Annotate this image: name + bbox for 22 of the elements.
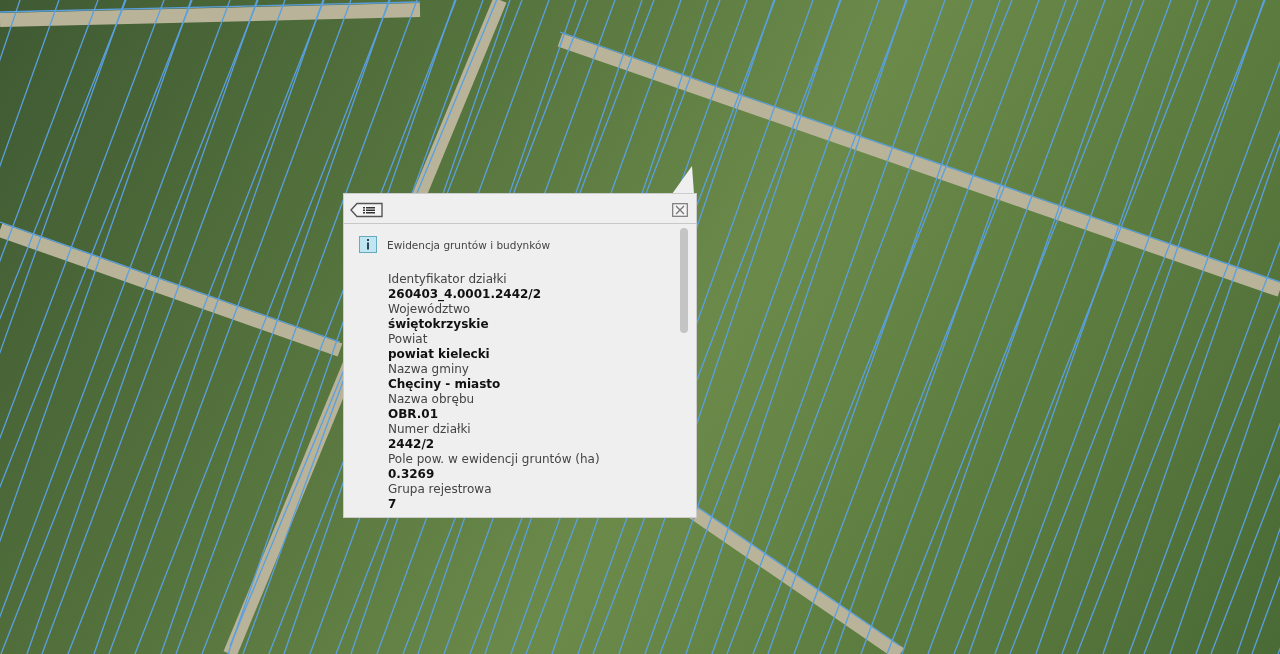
attribute-label: Województwo [388, 302, 472, 317]
attribute-value: OBR.01 [388, 407, 440, 422]
attribute-value: świętokrzyskie [388, 317, 490, 332]
attribute-label: Nazwa obrębu [388, 392, 476, 407]
attribute-label: Pole pow. w ewidencji gruntów (ha) [388, 452, 601, 467]
attribute-value: Chęciny - miasto [388, 377, 502, 392]
back-to-list-button[interactable] [350, 202, 384, 218]
close-icon [672, 203, 688, 217]
attribute-label: Powiat [388, 332, 429, 347]
attribute-label: Identyfikator działki [388, 272, 508, 287]
attribute-label: Grupa rejestrowa [388, 482, 493, 497]
attribute-value: 2442/2 [388, 437, 436, 452]
info-icon [359, 236, 377, 253]
layer-title: Ewidencja gruntów i budynków [387, 238, 550, 251]
attribute-value: powiat kielecki [388, 347, 491, 362]
attribute-value: 260403_4.0001.2442/2 [388, 287, 543, 302]
attribute-value: 7 [388, 497, 398, 512]
attribute-label: Numer działki [388, 422, 472, 437]
attribute-label: Nazwa gminy [388, 362, 470, 377]
list-icon [350, 202, 384, 218]
attribute-value: 0.3269 [388, 467, 436, 482]
close-button[interactable] [672, 203, 688, 217]
